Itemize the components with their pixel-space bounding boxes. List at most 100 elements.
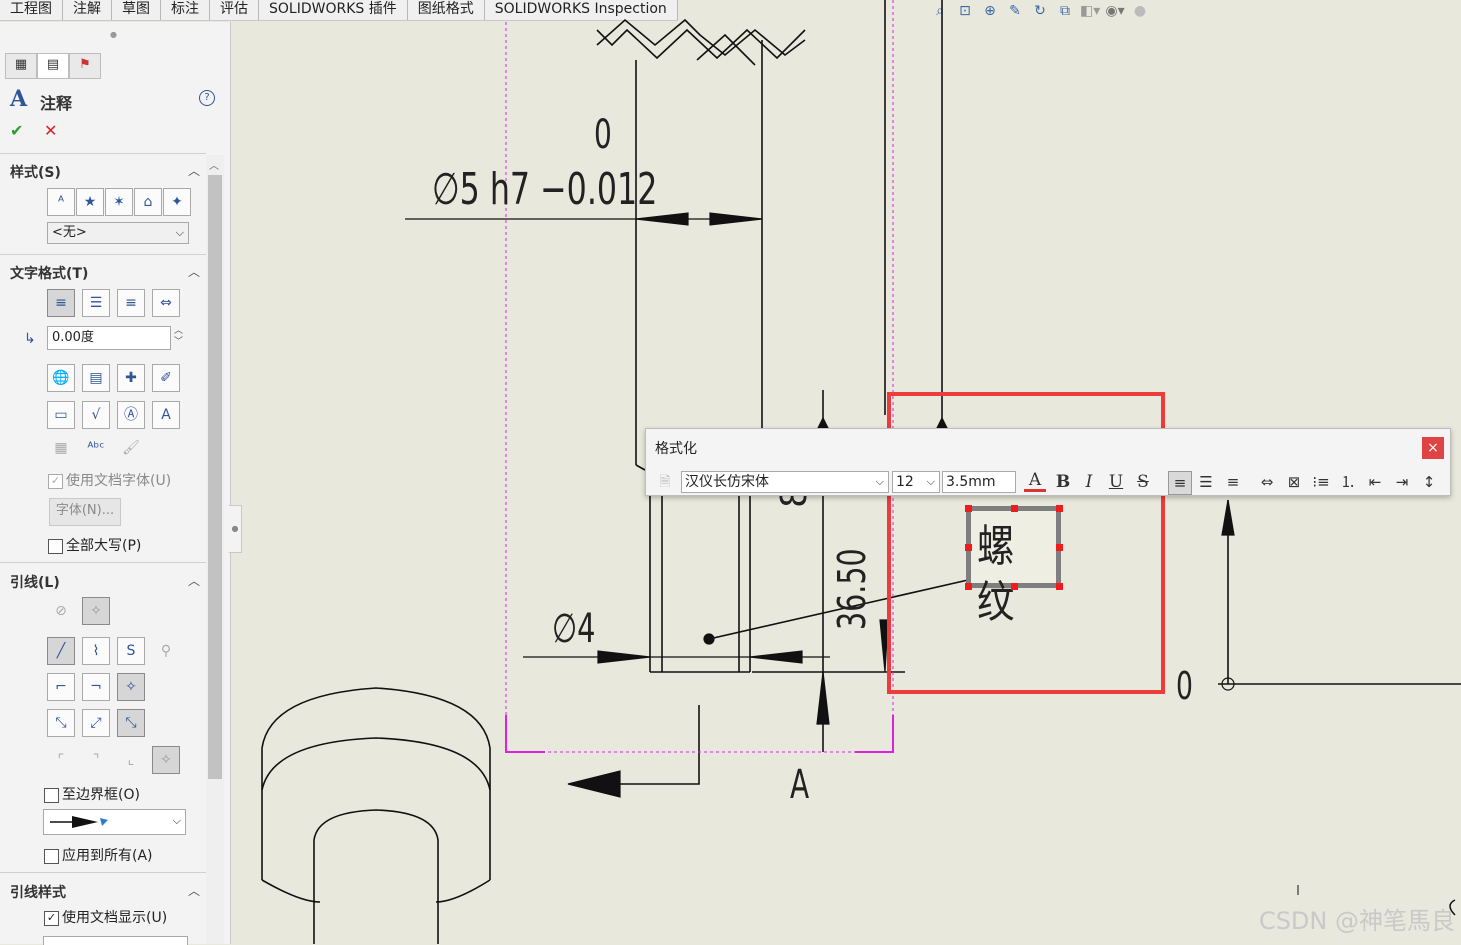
add-style-icon[interactable]: ★: [76, 188, 104, 216]
link-property-icon[interactable]: ▤: [82, 364, 110, 392]
align-center-icon[interactable]: ☰: [82, 289, 110, 317]
text-format-section-title[interactable]: 文字格式(T): [10, 263, 88, 283]
leader-nearest-icon[interactable]: ✧: [117, 673, 145, 701]
leader-right-icon[interactable]: ¬: [82, 673, 110, 701]
apply-all-checkbox[interactable]: 应用到所有(A): [44, 845, 153, 865]
collapse-chevron-icon[interactable]: ︿: [188, 162, 200, 179]
note-handle[interactable]: [1056, 544, 1063, 551]
leader-bent-end-icon[interactable]: ⤢: [82, 709, 110, 737]
leader-section-title[interactable]: 引线(L): [10, 572, 60, 592]
area-hatch-icon[interactable]: A: [152, 401, 180, 429]
fit-text-icon[interactable]: ⇔: [1256, 471, 1278, 493]
lock-note-icon[interactable]: ✐: [152, 364, 180, 392]
strikethrough-button[interactable]: S: [1132, 471, 1154, 493]
note-handle[interactable]: [1056, 505, 1063, 512]
scroll-thumb[interactable]: [208, 175, 222, 779]
use-doc-font-checkbox[interactable]: ✓ 使用文档字体(U): [48, 470, 171, 490]
style-section-title[interactable]: 样式(S): [10, 162, 61, 182]
dimension-diameter-4[interactable]: ∅4: [552, 606, 595, 652]
table-icon[interactable]: ▦: [47, 434, 75, 462]
style-select[interactable]: <无> ⌵: [47, 222, 189, 244]
datum-feature-icon[interactable]: Ⓐ: [117, 401, 145, 429]
underline-button[interactable]: U: [1105, 471, 1127, 493]
arrow-style-select[interactable]: ⌵: [43, 809, 186, 835]
panel-collapse-handle[interactable]: ●: [229, 505, 242, 553]
note-handle[interactable]: [965, 544, 972, 551]
leader-pin-icon[interactable]: ⚲: [152, 637, 180, 665]
use-doc-display-checkbox[interactable]: ✓ 使用文档显示(U): [44, 907, 167, 927]
bullets-icon[interactable]: ⁝≡: [1310, 471, 1332, 493]
align-right-icon[interactable]: ≡: [1222, 471, 1244, 493]
feature-manager-tab[interactable]: ▦: [5, 53, 37, 79]
note-text[interactable]: 螺纹: [977, 519, 1044, 631]
font-size-select[interactable]: 12 ⌵: [892, 471, 940, 493]
dimension-36-50[interactable]: 36.50: [830, 548, 874, 630]
dimension-diameter-5[interactable]: ∅5 h7 −0.012: [432, 164, 657, 215]
text-height-input[interactable]: 3.5mm: [942, 471, 1016, 493]
hyperlink-icon[interactable]: 🌐: [47, 364, 75, 392]
to-border-checkbox[interactable]: 至边界框(O): [44, 784, 140, 804]
all-caps-checkbox[interactable]: 全部大写(P): [48, 535, 141, 555]
config-manager-tab[interactable]: ⚑: [69, 53, 101, 79]
spline-leader-icon[interactable]: S: [117, 637, 145, 665]
collapse-chevron-icon[interactable]: ︿: [188, 263, 200, 280]
panel-grip[interactable]: ●: [110, 30, 117, 39]
add-symbol-icon[interactable]: ✚: [117, 364, 145, 392]
auto-leader-icon[interactable]: ✧: [82, 597, 110, 625]
attach-top-icon[interactable]: ⌜: [47, 746, 75, 774]
align-left-icon[interactable]: ≡: [47, 289, 75, 317]
attach-auto-icon[interactable]: ✧: [152, 746, 180, 774]
ok-button[interactable]: ✔: [10, 121, 23, 140]
surface-finish-icon[interactable]: √: [82, 401, 110, 429]
line-spacing-icon[interactable]: ↕: [1418, 471, 1440, 493]
tab-annotation[interactable]: 注解: [63, 0, 112, 20]
delete-style-icon[interactable]: ✶: [105, 188, 133, 216]
attach-middle-icon[interactable]: ⌝: [82, 746, 110, 774]
note-handle[interactable]: [1056, 583, 1063, 590]
tab-sketch[interactable]: 草图: [112, 0, 161, 20]
tab-drawing[interactable]: 工程图: [0, 0, 63, 20]
leader-auto-end-icon[interactable]: ⤡: [117, 709, 145, 737]
align-left-icon[interactable]: ≡: [1168, 471, 1192, 495]
note-handle[interactable]: [1011, 583, 1018, 590]
spell-check-icon[interactable]: ᴬᵇᶜ: [82, 434, 110, 462]
font-button[interactable]: 字体(N)...: [49, 498, 121, 526]
indent-decrease-icon[interactable]: ⇤: [1364, 471, 1386, 493]
scroll-up-icon[interactable]: ︿: [209, 157, 219, 172]
tab-markup[interactable]: 标注: [161, 0, 210, 20]
load-style-icon[interactable]: ✦: [163, 188, 191, 216]
close-button[interactable]: ×: [1422, 437, 1444, 459]
attach-bottom-icon[interactable]: ⌞: [117, 746, 145, 774]
panel-scrollbar[interactable]: ︿: [206, 155, 224, 944]
geometric-tolerance-icon[interactable]: ▭: [47, 401, 75, 429]
note-handle[interactable]: [965, 505, 972, 512]
align-center-icon[interactable]: ☰: [1195, 471, 1217, 493]
collapse-chevron-icon[interactable]: ︿: [188, 572, 200, 589]
stack-icon[interactable]: ⊠: [1283, 471, 1305, 493]
angle-input[interactable]: 0.00度: [47, 326, 171, 350]
note-handle[interactable]: [965, 583, 972, 590]
note-edit-box[interactable]: 螺纹: [966, 506, 1061, 628]
property-manager-tab[interactable]: ▤: [37, 53, 69, 79]
cancel-button[interactable]: ✕: [44, 121, 57, 140]
bent-leader-icon[interactable]: ⌇: [82, 637, 110, 665]
no-leader-icon[interactable]: ⊘: [47, 597, 75, 625]
note-handle[interactable]: [1011, 505, 1018, 512]
leader-straight-end-icon[interactable]: ⤡: [47, 709, 75, 737]
italic-button[interactable]: I: [1078, 471, 1100, 493]
justify-icon[interactable]: ⇔: [152, 289, 180, 317]
save-style-icon[interactable]: ⌂: [134, 188, 162, 216]
font-name-select[interactable]: 汉仪长仿宋体 ⌵: [681, 471, 889, 493]
bold-button[interactable]: B: [1052, 471, 1074, 493]
indent-increase-icon[interactable]: ⇥: [1391, 471, 1413, 493]
help-icon[interactable]: ?: [199, 90, 215, 106]
align-right-icon[interactable]: ≡: [117, 289, 145, 317]
apply-style-icon[interactable]: ᴬ: [47, 188, 75, 216]
leader-style-section-title[interactable]: 引线样式: [10, 882, 66, 902]
angle-spinner[interactable]: ︿ ﹀: [174, 326, 183, 348]
straight-leader-icon[interactable]: ╱: [47, 637, 75, 665]
numbering-icon[interactable]: ⒈: [1337, 471, 1359, 493]
font-color-icon[interactable]: A: [1024, 471, 1046, 492]
leader-left-icon[interactable]: ⌐: [47, 673, 75, 701]
collapse-chevron-icon[interactable]: ︿: [188, 882, 200, 899]
